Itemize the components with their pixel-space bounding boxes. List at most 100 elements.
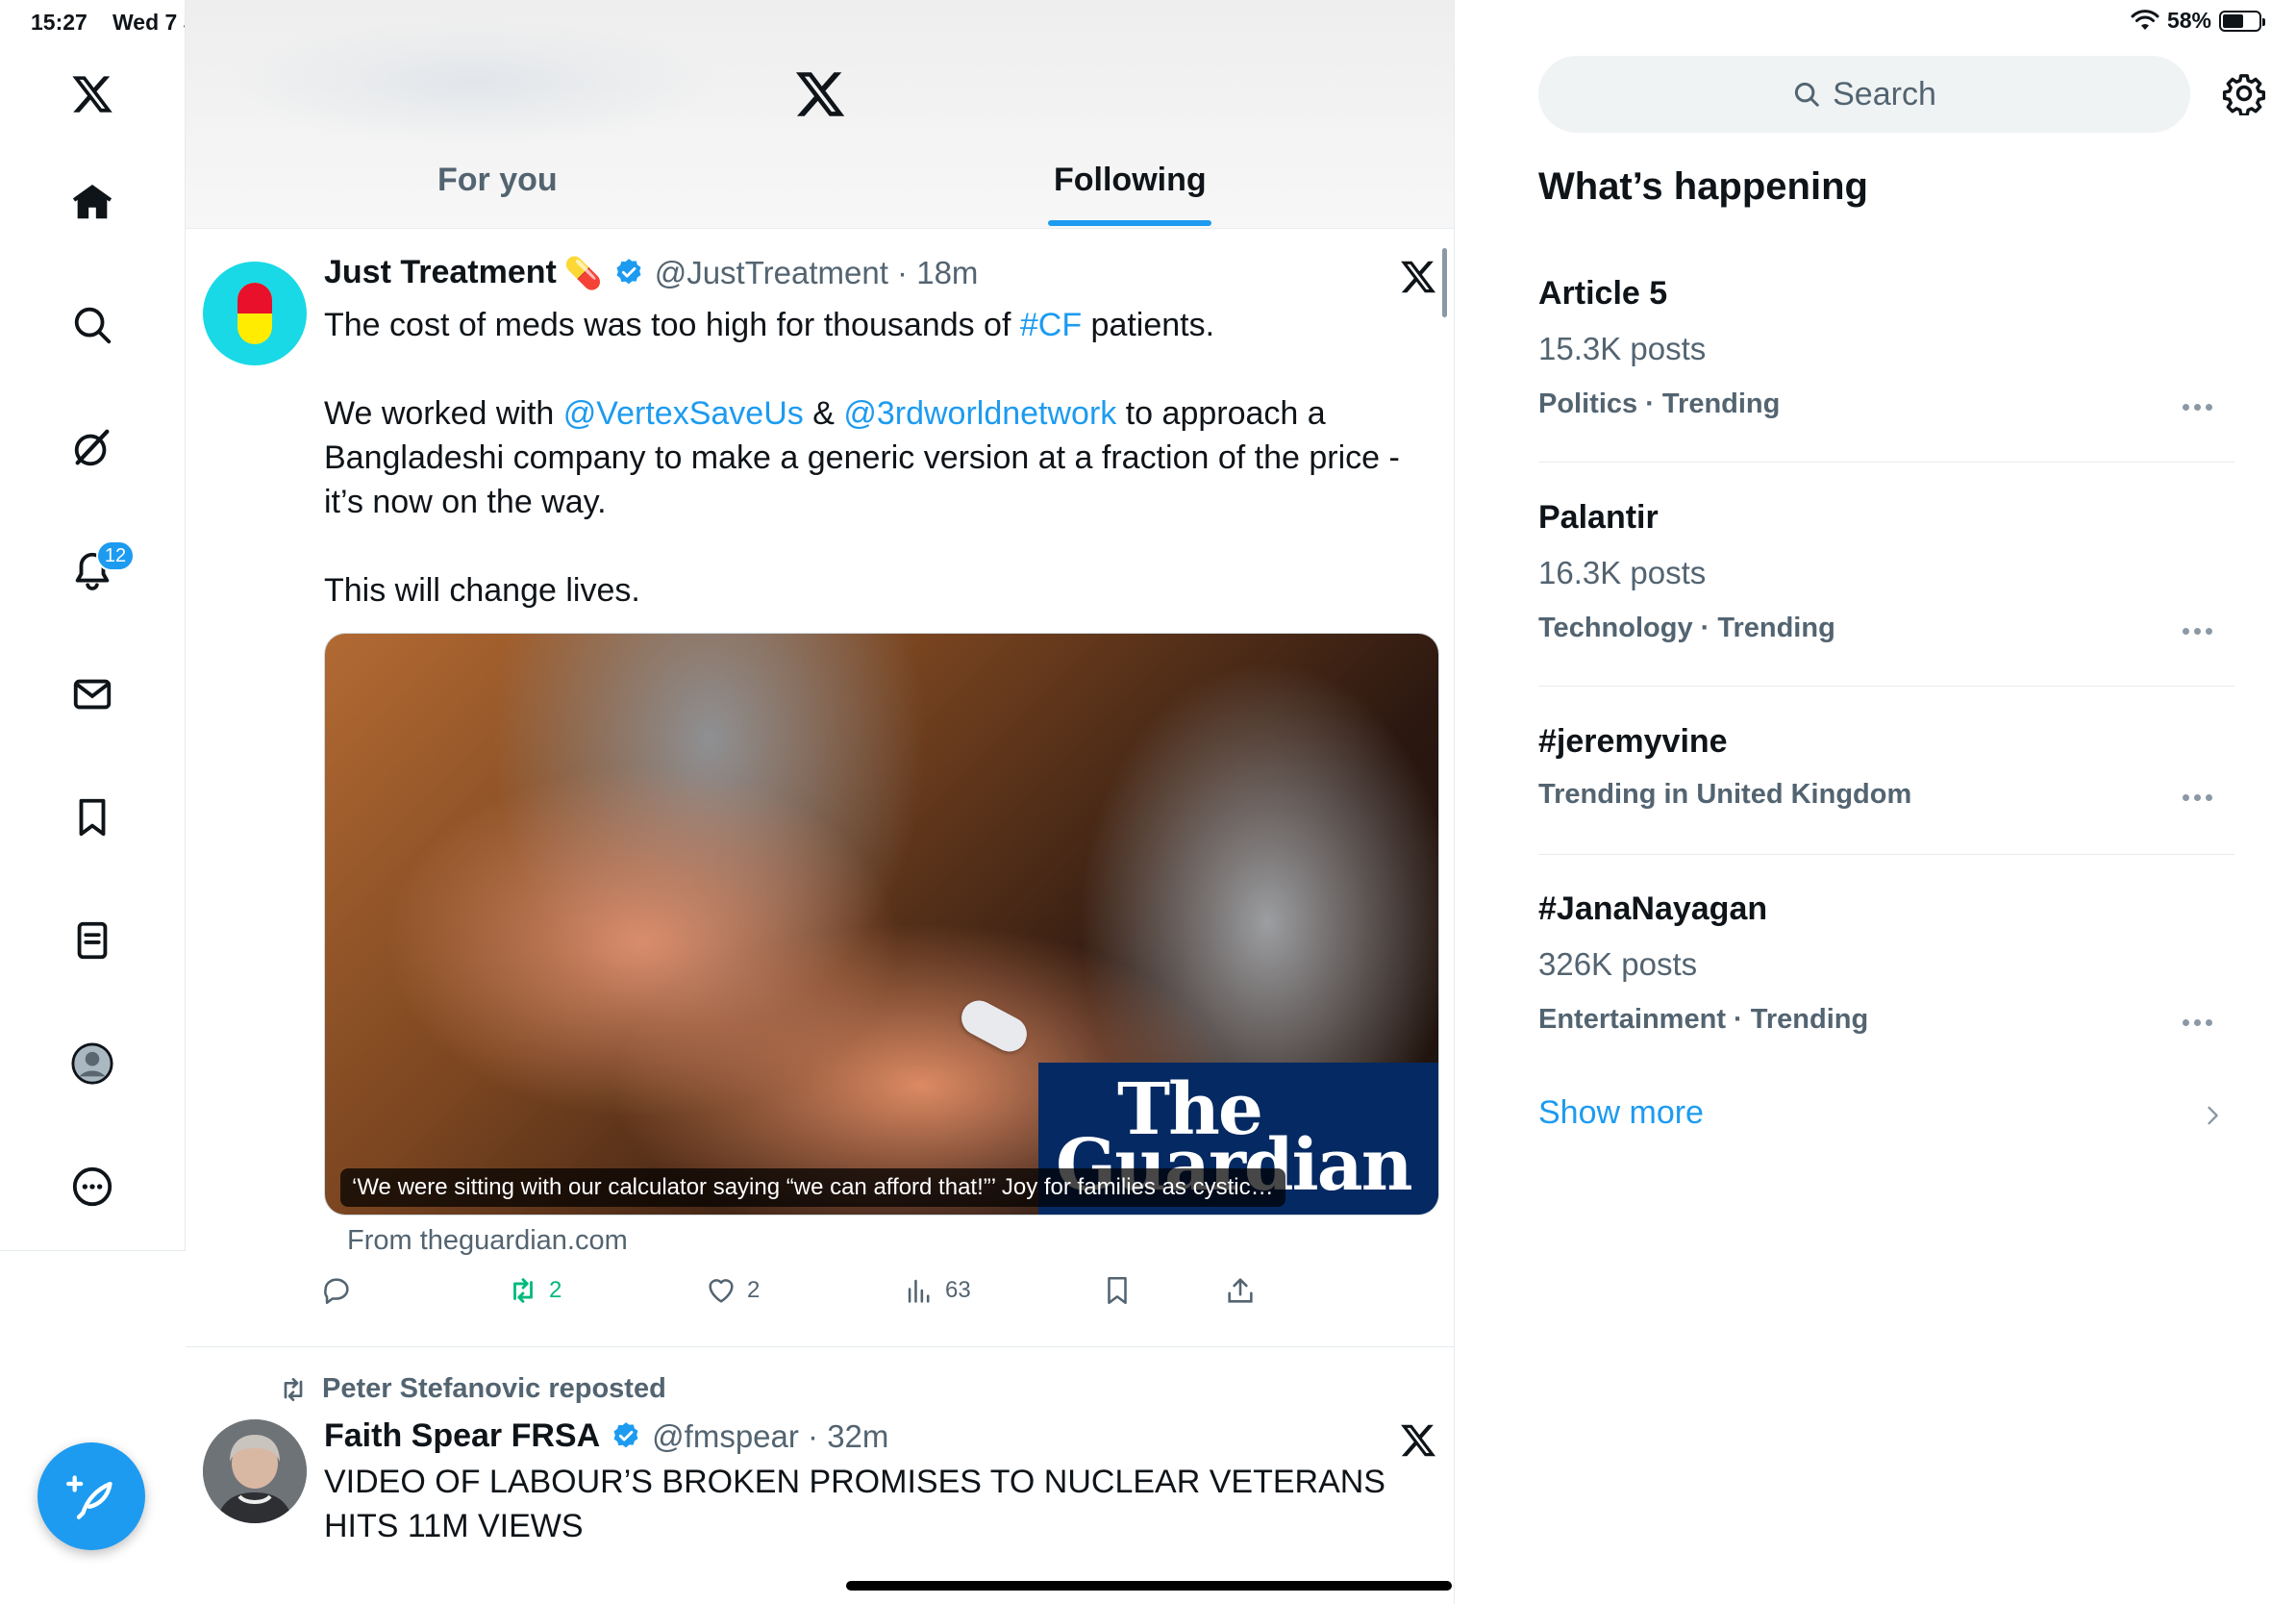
grok-icon [74,429,110,466]
tab-for-you[interactable]: For you [437,162,558,199]
active-tab-indicator [1048,220,1211,226]
avatar-icon [71,1042,113,1085]
trend-count: 16.3K posts [1538,555,1707,590]
timeline-header: For you Following [186,0,1454,229]
sidebar-item-profile[interactable] [63,1035,121,1092]
sidebar-item-bookmarks[interactable] [63,789,121,846]
section-title: What’s happening [1538,165,1868,208]
tweet-text: The cost of meds was too high for thousa… [324,303,1439,613]
verified-icon [613,1421,638,1447]
repost-indicator: Peter Stefanovic reposted [278,1373,666,1405]
timeline: For you Following Just Treatment 💊 @Just… [186,0,1455,1604]
tweet-actions: 2 2 63 [324,1274,1439,1315]
x-logo-icon[interactable] [793,67,847,121]
avatar[interactable] [203,262,307,365]
sidebar-item-notifications[interactable]: 12 [63,540,135,600]
x-source-icon[interactable] [1399,1421,1437,1460]
home-indicator [846,1581,1452,1591]
reply-button[interactable] [320,1274,353,1307]
sidebar-item-lists[interactable] [63,912,121,969]
text-segment: We worked with [324,395,563,432]
more-options-icon[interactable] [2183,1019,2215,1027]
card-source[interactable]: From theguardian.com [347,1225,628,1257]
text-segment: The cost of meds was too high for thousa… [324,307,1020,343]
like-count: 2 [747,1277,761,1303]
hashtag-link[interactable]: #CF [1020,307,1082,343]
envelope-icon [73,679,112,710]
heart-icon [709,1279,734,1303]
trend-category: Entertainment · Trending [1538,1004,1869,1035]
bookmark-icon [79,798,106,837]
scrollbar[interactable] [1442,248,1447,317]
sidebar: 12 [0,0,186,1250]
notification-badge: 12 [96,540,135,571]
views-icon [908,1279,930,1303]
retweet-count: 2 [549,1277,562,1303]
card-caption: ‘We were sitting with our calculator say… [340,1168,1285,1207]
avatar[interactable] [203,1419,307,1523]
author-name[interactable]: Just Treatment [324,254,557,291]
trend-title: #JanaNayagan [1538,890,1768,927]
author-name[interactable]: Faith Spear FRSA [324,1417,600,1455]
trend-count: 326K posts [1538,946,1698,982]
more-options-icon[interactable] [2183,794,2215,802]
search-input[interactable]: Search [1538,56,2190,133]
trend-category: Politics · Trending [1538,388,1781,419]
tweet-header: Just Treatment 💊 @JustTreatment · 18m [324,254,978,291]
verified-icon [616,258,641,284]
retweet-icon [513,1278,533,1303]
retweet-icon [284,1377,303,1401]
gear-icon[interactable] [2222,71,2266,115]
sidebar-item-home[interactable] [63,173,121,231]
trend-category: Trending in United Kingdom [1538,779,1912,810]
sidebar-item-messages[interactable] [63,665,121,723]
pill-emoji: 💊 [563,255,603,290]
right-panel: Search What’s happening Article 5 15.3K … [1455,0,2296,1604]
search-icon [74,307,112,344]
compose-button[interactable] [37,1442,145,1550]
retweet-button[interactable]: 2 [507,1274,562,1307]
x-source-icon[interactable] [1399,258,1437,296]
mention-link[interactable]: @3rdworldnetwork [843,395,1116,432]
share-button[interactable] [1224,1274,1257,1307]
show-more-link[interactable]: Show more [1538,1094,1704,1132]
trend-title: Palantir [1538,499,1659,536]
like-button[interactable]: 2 [705,1274,760,1307]
sidebar-divider [0,1250,186,1251]
trend-category: Technology · Trending [1538,613,1835,643]
sidebar-item-more[interactable] [63,1158,121,1216]
views-count: 63 [945,1277,971,1303]
handle-time: @JustTreatment · 18m [654,254,979,290]
list-icon [77,921,108,960]
tweet-header: Faith Spear FRSA @fmspear · 32m [324,1417,888,1455]
sidebar-item-grok[interactable] [63,419,121,477]
bookmark-icon [1108,1276,1127,1305]
link-card[interactable]: The Guardian ‘We were sitting with our c… [324,633,1439,1216]
tab-following[interactable]: Following [1054,162,1207,199]
home-icon [72,184,112,219]
tweet-text: VIDEO OF LABOUR’S BROKEN PROMISES TO NUC… [324,1464,1385,1544]
sidebar-item-explore[interactable] [63,296,121,354]
more-icon [72,1166,112,1207]
views-button[interactable]: 63 [903,1274,971,1307]
tweet-separator [186,1346,1454,1347]
more-options-icon[interactable] [2183,404,2215,412]
repost-label[interactable]: Peter Stefanovic reposted [322,1373,666,1405]
text-segment: This will change lives. [324,572,640,609]
chevron-right-icon[interactable] [2199,1102,2226,1129]
text-segment: patients. [1082,307,1215,343]
search-placeholder: Search [1833,75,1936,113]
mention-link[interactable]: @VertexSaveUs [563,395,804,432]
share-icon [1228,1278,1253,1303]
text-segment: & [803,395,844,432]
bookmark-button[interactable] [1101,1274,1134,1307]
trend-title: #jeremyvine [1538,723,1728,760]
trend-count: 15.3K posts [1538,331,1707,366]
trend-title: Article 5 [1538,275,1668,312]
reply-icon [324,1278,349,1305]
compose-icon [66,1475,112,1519]
x-logo-icon[interactable] [63,65,121,123]
search-icon [1795,82,1819,107]
handle-time: @fmspear · 32m [652,1417,889,1454]
more-options-icon[interactable] [2183,628,2215,636]
